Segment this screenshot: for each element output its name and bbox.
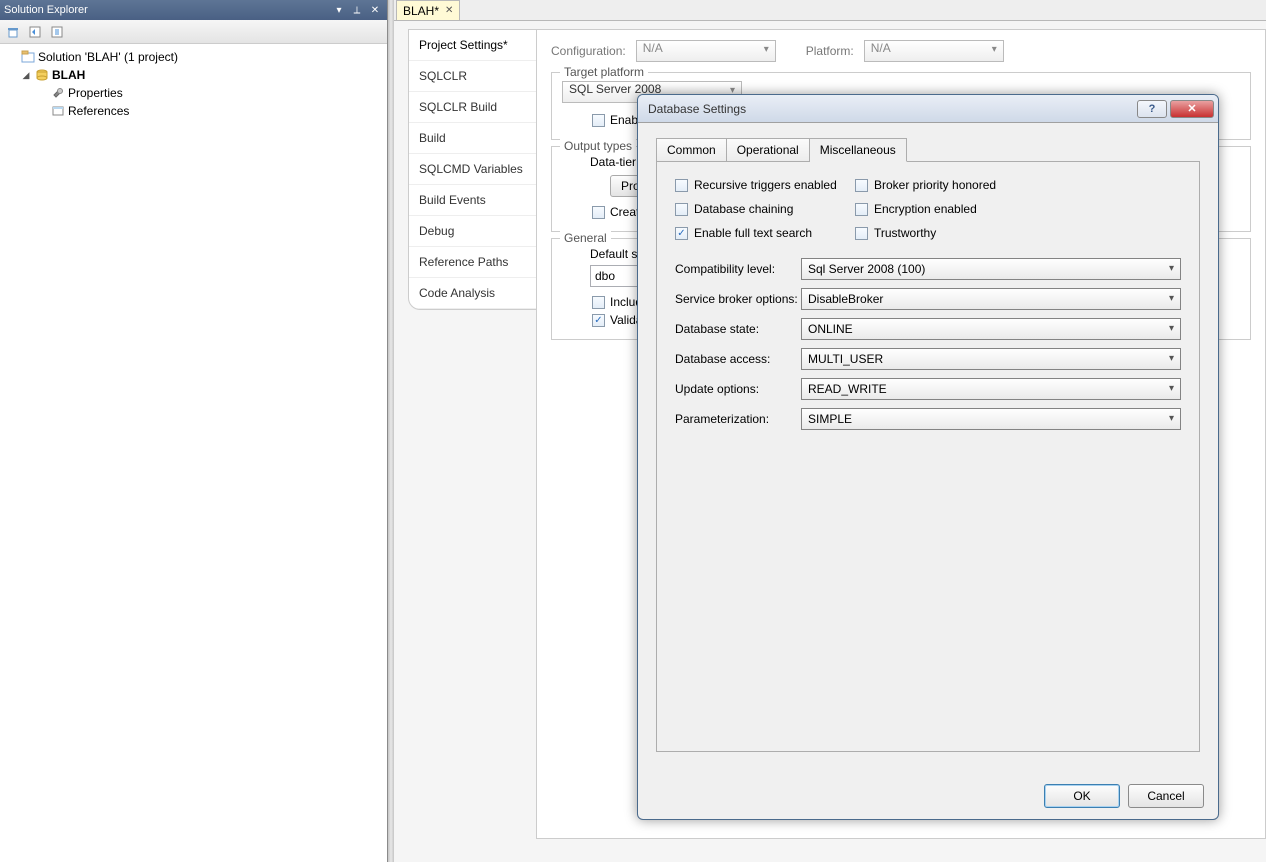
database-state-label: Database state: — [675, 322, 801, 336]
nav-sqlcmd-variables[interactable]: SQLCMD Variables — [409, 154, 536, 185]
solution-node[interactable]: Solution 'BLAH' (1 project) — [2, 48, 385, 66]
expander-icon[interactable]: ◢ — [20, 69, 32, 81]
broker-priority-label: Broker priority honored — [874, 178, 996, 192]
home-icon[interactable] — [4, 23, 22, 41]
recursive-triggers-label: Recursive triggers enabled — [694, 178, 837, 192]
platform-label: Platform: — [806, 44, 854, 58]
wrench-icon — [50, 85, 66, 101]
properties-icon[interactable] — [48, 23, 66, 41]
expander-icon[interactable] — [6, 51, 18, 63]
database-access-label: Database access: — [675, 352, 801, 366]
solution-explorer-toolbar — [0, 20, 387, 44]
properties-label: Properties — [68, 86, 123, 100]
validate-checkbox[interactable]: ✓ — [592, 314, 605, 327]
pin-icon[interactable]: ⟂ — [349, 3, 365, 17]
encryption-enabled-label: Encryption enabled — [874, 202, 977, 216]
parameterization-label: Parameterization: — [675, 412, 801, 426]
dialog-titlebar[interactable]: Database Settings ? ✕ — [638, 95, 1218, 123]
tab-operational[interactable]: Operational — [727, 138, 810, 162]
close-tab-icon[interactable]: ✕ — [445, 5, 453, 16]
nav-project-settings[interactable]: Project Settings* — [409, 30, 536, 61]
solution-label: Solution 'BLAH' (1 project) — [38, 50, 178, 64]
create-checkbox[interactable] — [592, 206, 605, 219]
database-project-icon — [34, 67, 50, 83]
database-state-select[interactable]: ONLINE — [801, 318, 1181, 340]
configuration-label: Configuration: — [551, 44, 626, 58]
document-tabs: BLAH* ✕ — [394, 0, 1266, 20]
close-icon[interactable]: ✕ — [367, 3, 383, 17]
update-options-select[interactable]: READ_WRITE — [801, 378, 1181, 400]
enable-checkbox[interactable] — [592, 114, 605, 127]
cancel-button[interactable]: Cancel — [1128, 784, 1204, 808]
help-button[interactable]: ? — [1137, 100, 1167, 118]
solution-explorer-header: Solution Explorer ▾ ⟂ ✕ — [0, 0, 387, 20]
dialog-body: Common Operational Miscellaneous Recursi… — [638, 123, 1218, 773]
service-broker-select[interactable]: DisableBroker — [801, 288, 1181, 310]
output-types-legend: Output types — [560, 139, 636, 153]
nav-build[interactable]: Build — [409, 123, 536, 154]
tab-panel-miscellaneous: Recursive triggers enabled Broker priori… — [656, 162, 1200, 752]
trustworthy-checkbox[interactable] — [855, 227, 868, 240]
default-schema-label: Default sc — [590, 247, 643, 261]
tab-miscellaneous[interactable]: Miscellaneous — [810, 138, 907, 162]
references-node[interactable]: References — [2, 102, 385, 120]
nav-sqlclr-build[interactable]: SQLCLR Build — [409, 92, 536, 123]
update-options-label: Update options: — [675, 382, 801, 396]
service-broker-label: Service broker options: — [675, 292, 801, 306]
properties-node[interactable]: Properties — [2, 84, 385, 102]
full-text-search-checkbox[interactable]: ✓ — [675, 227, 688, 240]
document-tab-label: BLAH* — [403, 4, 439, 18]
data-tier-label: Data-tier — [590, 155, 636, 169]
solution-explorer-panel: Solution Explorer ▾ ⟂ ✕ Solution 'BLAH' … — [0, 0, 388, 862]
platform-select[interactable]: N/A — [864, 40, 1004, 62]
nav-code-analysis[interactable]: Code Analysis — [409, 278, 536, 309]
project-label: BLAH — [52, 68, 85, 82]
recursive-triggers-checkbox[interactable] — [675, 179, 688, 192]
database-chaining-label: Database chaining — [694, 202, 793, 216]
references-label: References — [68, 104, 129, 118]
nav-sqlclr[interactable]: SQLCLR — [409, 61, 536, 92]
encryption-enabled-checkbox[interactable] — [855, 203, 868, 216]
solution-tree: Solution 'BLAH' (1 project) ◢ BLAH Prope… — [0, 44, 387, 124]
dropdown-icon[interactable]: ▾ — [331, 3, 347, 17]
broker-priority-checkbox[interactable] — [855, 179, 868, 192]
document-tab-blah[interactable]: BLAH* ✕ — [396, 0, 460, 20]
project-node[interactable]: ◢ BLAH — [2, 66, 385, 84]
references-icon — [50, 103, 66, 119]
general-legend: General — [560, 231, 611, 245]
close-button[interactable]: ✕ — [1170, 100, 1214, 118]
dialog-tabs: Common Operational Miscellaneous — [656, 137, 1200, 162]
nav-debug[interactable]: Debug — [409, 216, 536, 247]
tab-common[interactable]: Common — [656, 138, 727, 162]
dialog-footer: OK Cancel — [638, 773, 1218, 819]
configuration-select[interactable]: N/A — [636, 40, 776, 62]
settings-nav: Project Settings* SQLCLR SQLCLR Build Bu… — [408, 29, 536, 310]
solution-icon — [20, 49, 36, 65]
compatibility-label: Compatibility level: — [675, 262, 801, 276]
nav-reference-paths[interactable]: Reference Paths — [409, 247, 536, 278]
compatibility-select[interactable]: Sql Server 2008 (100) — [801, 258, 1181, 280]
trustworthy-label: Trustworthy — [874, 226, 936, 240]
ok-button[interactable]: OK — [1044, 784, 1120, 808]
dialog-title: Database Settings — [648, 102, 1134, 116]
database-chaining-checkbox[interactable] — [675, 203, 688, 216]
full-text-search-label: Enable full text search — [694, 226, 812, 240]
include-checkbox[interactable] — [592, 296, 605, 309]
refresh-icon[interactable] — [26, 23, 44, 41]
solution-explorer-title: Solution Explorer — [4, 4, 331, 16]
database-access-select[interactable]: MULTI_USER — [801, 348, 1181, 370]
target-platform-legend: Target platform — [560, 65, 648, 79]
database-settings-dialog: Database Settings ? ✕ Common Operational… — [637, 94, 1219, 820]
nav-build-events[interactable]: Build Events — [409, 185, 536, 216]
parameterization-select[interactable]: SIMPLE — [801, 408, 1181, 430]
